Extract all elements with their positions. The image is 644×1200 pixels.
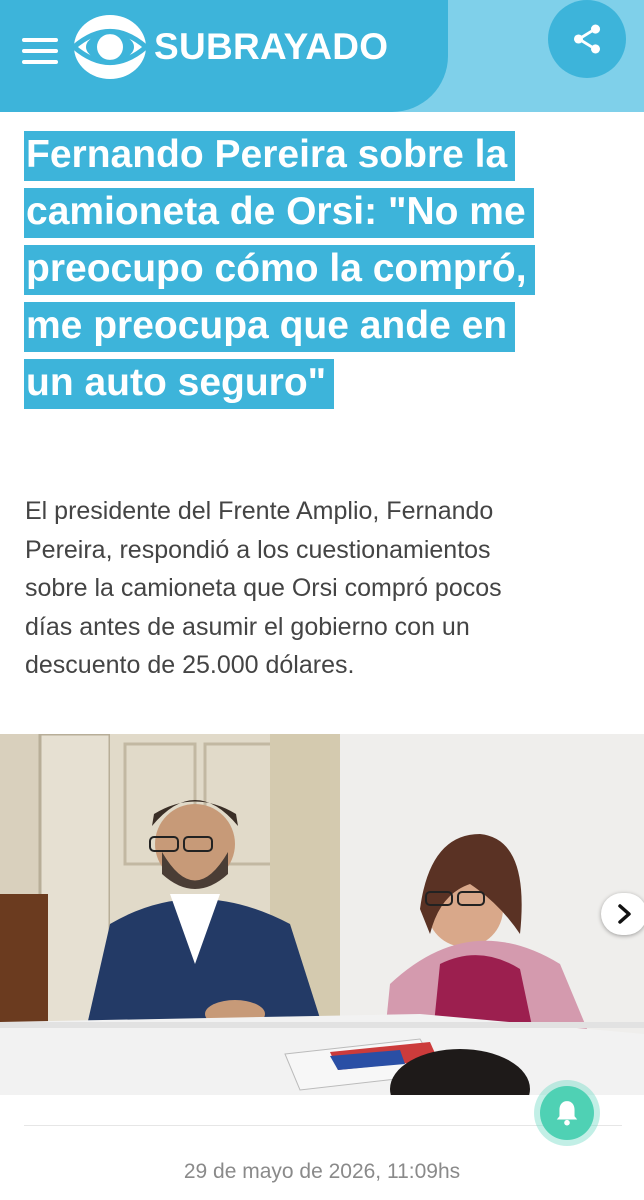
share-button[interactable] <box>548 0 626 78</box>
hamburger-menu-icon[interactable] <box>22 38 60 64</box>
news-photo-image[interactable] <box>0 734 644 1095</box>
headline-line: preocupo cómo la compró, <box>24 245 535 295</box>
article-lead: El presidente del Frente Amplio, Fernand… <box>25 492 621 685</box>
headline-line: camioneta de Orsi: "No me <box>24 188 534 238</box>
notification-bell-button[interactable] <box>540 1086 594 1140</box>
article-date: 29 de mayo de 2026, 11:09hs <box>183 1160 461 1183</box>
lead-line: Pereira, respondió a los cuestionamiento… <box>25 535 491 564</box>
brand-name[interactable]: SUBRAYADO <box>154 27 388 67</box>
photo-illustration <box>0 734 644 1095</box>
eye-logo-icon[interactable] <box>72 12 148 82</box>
headline-line: me preocupa que ande en <box>24 302 516 352</box>
lead-line: El presidente del Frente Amplio, Fernand… <box>25 497 494 525</box>
lead-line: descuento de 25.000 dólares. <box>25 651 355 679</box>
share-icon <box>573 24 601 54</box>
headline-line: Fernando Pereira sobre la <box>24 131 516 181</box>
chevron-right-icon <box>618 904 631 924</box>
headline-line: un auto seguro" <box>24 359 335 409</box>
lead-line: sobre la camioneta que Orsi compró pocos <box>25 574 502 602</box>
article-headline: Fernando Pereira sobre la camioneta de O… <box>24 126 624 411</box>
lead-line: días antes de asumir el gobierno con un <box>25 612 470 641</box>
top-bar: SUBRAYADO <box>0 0 644 112</box>
headline-text: Fernando Pereira sobre la camioneta de O… <box>24 126 624 411</box>
bell-icon <box>556 1101 578 1126</box>
carousel-next-button[interactable] <box>601 893 644 935</box>
divider <box>24 1125 622 1126</box>
